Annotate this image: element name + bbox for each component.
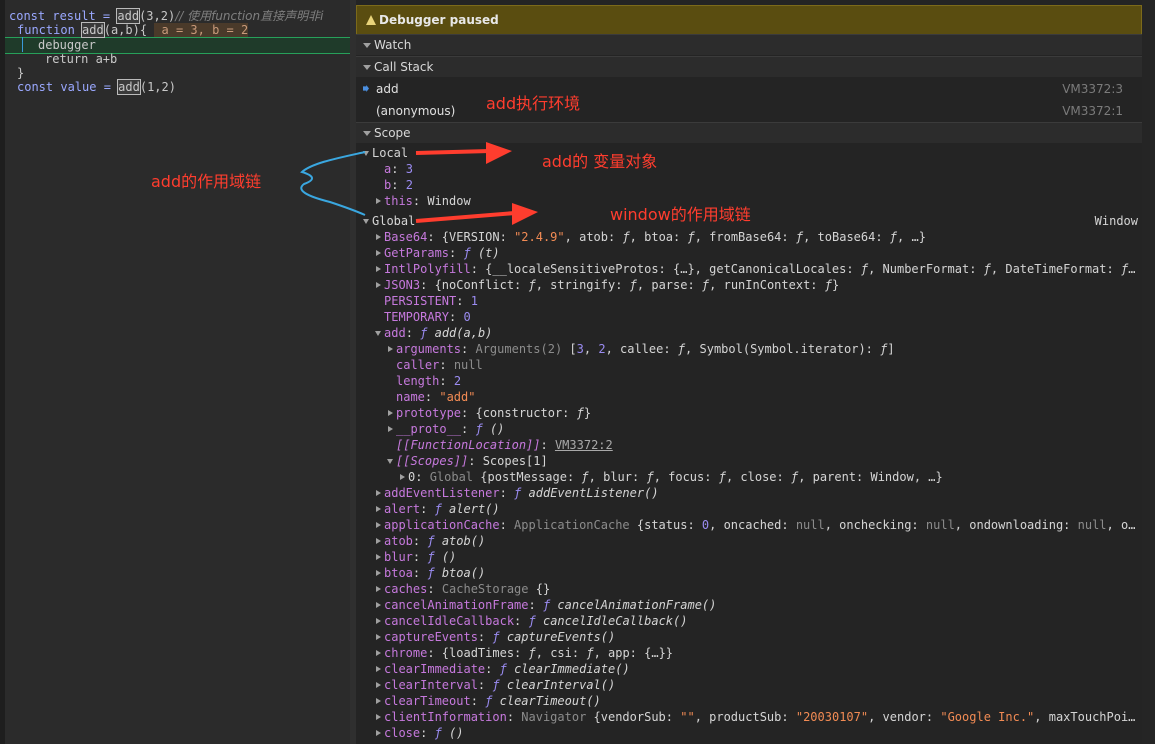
annotation-overlay — [300, 142, 538, 225]
arrow-line — [415, 149, 491, 155]
arrow-line — [415, 211, 516, 223]
arrow-head-icon — [512, 203, 538, 225]
brace-icon — [300, 151, 366, 216]
arrow-head-icon — [486, 142, 512, 164]
